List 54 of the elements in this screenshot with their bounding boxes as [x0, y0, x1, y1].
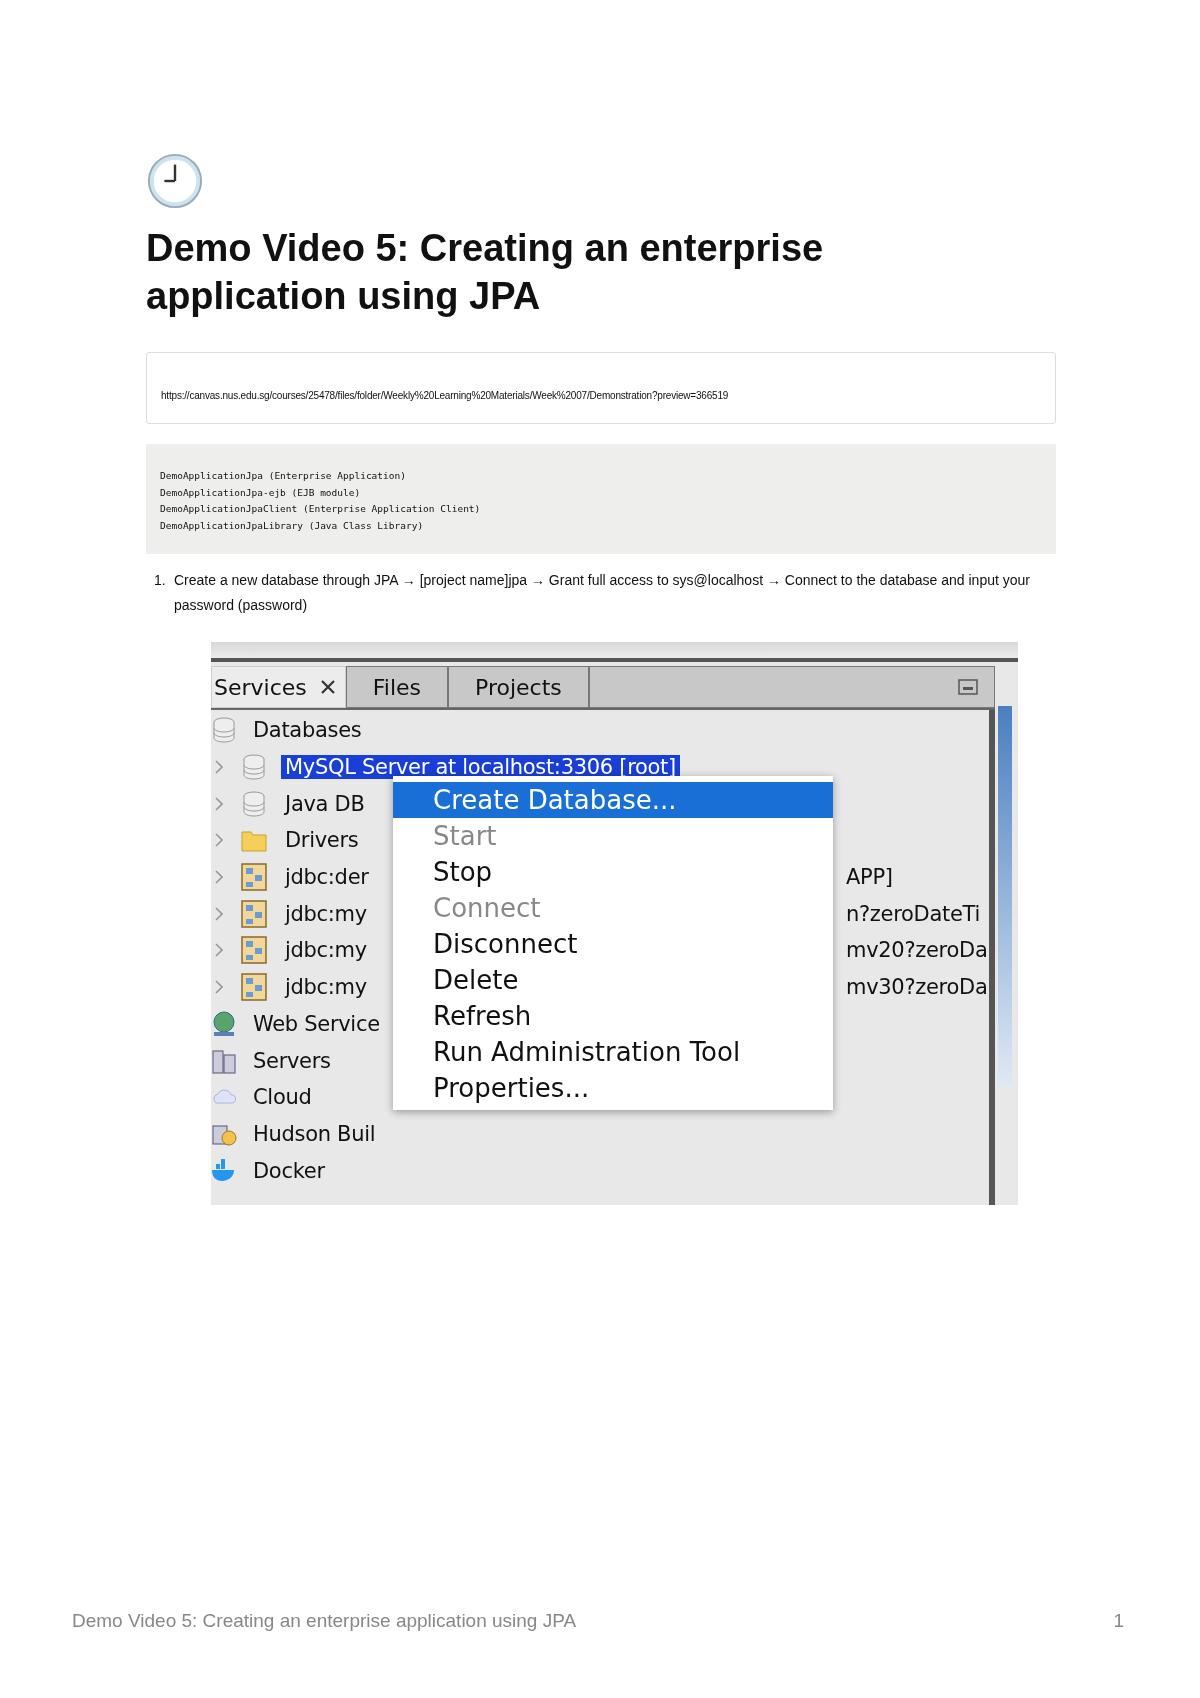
tree-item[interactable]: Java DB — [281, 791, 369, 816]
tree-item[interactable]: Web Service — [249, 1011, 384, 1036]
chevron-icon[interactable] — [215, 760, 223, 775]
database-icon — [241, 753, 267, 782]
connection-icon — [241, 973, 267, 1002]
tree-item-text: n?zeroDateTi — [846, 901, 981, 926]
tree-item-text: mv30?zeroDa — [846, 975, 988, 1000]
code-line: DemoApplicationJpa (Enterprise Application) — [160, 469, 406, 483]
chevron-icon[interactable] — [215, 796, 223, 811]
tree-item[interactable]: Servers — [249, 1048, 335, 1073]
chevron-icon[interactable] — [215, 980, 223, 995]
code-line: DemoApplicationJpa-ejb (EJB module) — [160, 485, 361, 500]
tree-item[interactable]: jdbc:my — [281, 938, 371, 963]
globe-icon — [211, 1009, 237, 1038]
minimize-icon[interactable] — [958, 679, 978, 695]
page-number: 1 — [1113, 1610, 1124, 1632]
chevron-icon[interactable] — [215, 833, 223, 848]
menu-item[interactable]: Create Database... — [393, 782, 833, 818]
connection-icon — [241, 899, 267, 928]
tree-item-text: mv20?zeroDa — [846, 938, 988, 963]
page-title: Demo Video 5: Creating an enterprise application using JPA — [146, 226, 825, 319]
tree-item[interactable]: Databases — [249, 718, 366, 743]
database-icon — [241, 789, 267, 818]
footer-title: Demo Video 5: Creating an enterprise application using JPA — [72, 1610, 577, 1632]
panel-tab[interactable]: Services — [211, 666, 346, 708]
step-text: Create a new database through JPA → [project name]jpa → Grant full access to sys@localhost → Connect to the database and input your password (password) — [174, 571, 1031, 615]
menu-item[interactable]: Properties... — [393, 1070, 833, 1106]
code-line: DemoApplicationJpaClient (Enterprise Application Client) — [160, 502, 481, 516]
tree-item[interactable]: Hudson Buil — [249, 1121, 380, 1146]
url-link[interactable]: https://canvas.nus.edu.sg/courses/25478/files/folder/Weekly%20Learning%20Materials/Week%2007/Demonstration?preview=366519 — [161, 389, 729, 401]
tree-item[interactable]: MySQL Server at localhost:3306 [root] — [281, 755, 680, 780]
connection-icon — [241, 936, 267, 965]
close-icon[interactable] — [320, 680, 335, 694]
panel-tab[interactable]: Files — [345, 666, 449, 708]
list-number: 1. — [154, 571, 167, 590]
chevron-icon[interactable] — [215, 906, 223, 921]
tree-item-text: APP] — [846, 865, 893, 890]
menu-item[interactable]: Delete — [393, 962, 833, 998]
clock-icon — [146, 152, 204, 210]
panel-tab[interactable]: Projects — [448, 666, 589, 708]
menu-item[interactable]: Refresh — [393, 998, 833, 1034]
tree-item[interactable]: Cloud — [249, 1085, 316, 1110]
connection-icon — [241, 863, 267, 892]
tree-item[interactable]: Drivers — [281, 828, 363, 853]
menu-item[interactable]: Disconnect — [393, 926, 833, 962]
chevron-icon[interactable] — [215, 943, 223, 958]
code-line: DemoApplicationJpaLibrary (Java Class Library) — [160, 518, 424, 533]
tree-item[interactable]: jdbc:my — [281, 901, 371, 926]
menu-item[interactable]: Stop — [393, 854, 833, 890]
menu-item[interactable]: Run Administration Tool — [393, 1034, 833, 1070]
chevron-icon[interactable] — [215, 870, 223, 885]
tree-item[interactable]: Docker — [249, 1158, 329, 1183]
tree-item[interactable]: jdbc:my — [281, 975, 371, 1000]
tree-item[interactable]: jdbc:der — [281, 865, 373, 890]
